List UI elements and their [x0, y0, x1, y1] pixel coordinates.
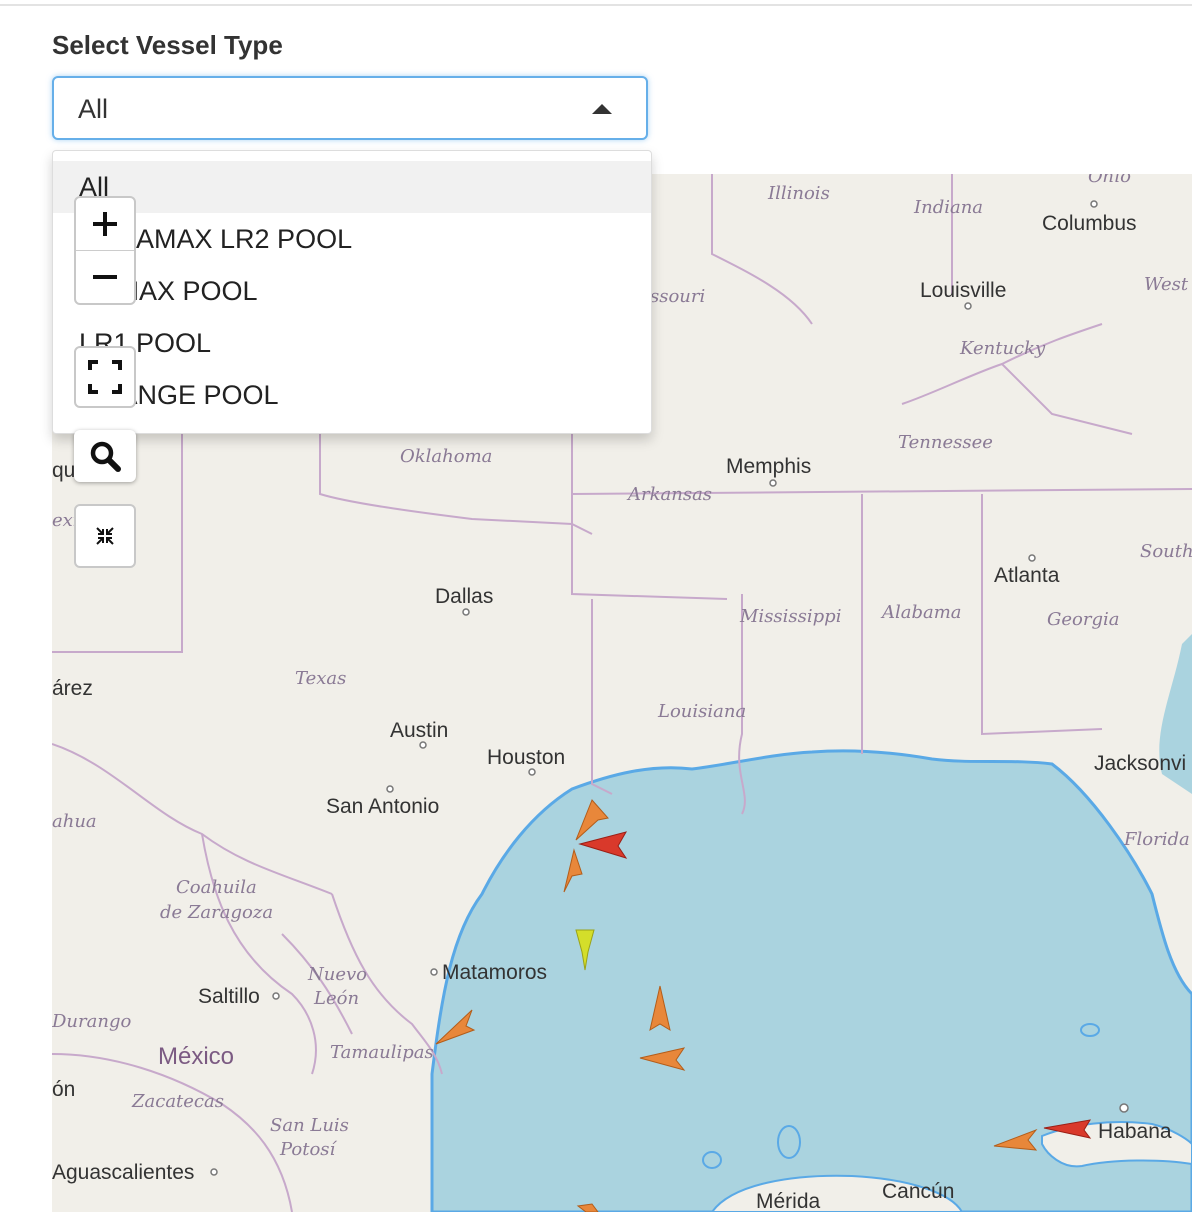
city-dot-aguascalientes	[210, 1168, 218, 1176]
region-west: West	[1144, 274, 1189, 295]
zoom-in-button[interactable]	[76, 198, 134, 250]
city-jacksonville: Jacksonvi	[1094, 752, 1186, 775]
collapse-button[interactable]	[74, 504, 136, 568]
select-value: All	[78, 94, 109, 124]
region-georgia: Georgia	[1047, 609, 1119, 630]
region-zacatecas: Zacatecas	[131, 1091, 224, 1112]
fullscreen-icon	[88, 360, 122, 394]
city-memphis: Memphis	[726, 455, 811, 478]
region-chihuahua-partial: ahua	[52, 811, 97, 832]
city-houston: Houston	[487, 746, 565, 769]
region-potosi: Potosí	[279, 1139, 338, 1160]
zoom-out-icon	[93, 275, 117, 279]
option-dynamax-lr2-pool[interactable]: DYNAMAX LR2 POOL	[53, 213, 651, 265]
search-button[interactable]	[74, 430, 136, 482]
chevron-up-icon	[592, 104, 612, 114]
region-ohio: Ohio	[1088, 174, 1131, 187]
city-dot-atlanta	[1028, 554, 1036, 562]
city-dot-louisville	[964, 302, 972, 310]
region-louisiana: Louisiana	[657, 701, 746, 722]
region-florida: Florida	[1123, 829, 1190, 850]
region-de-zaragoza: de Zaragoza	[160, 902, 273, 923]
vessel-type-label: Select Vessel Type	[52, 30, 283, 60]
vessel-type-dropdown: All DYNAMAX LR2 POOL DYMAX POOL LR1 POOL…	[52, 150, 652, 434]
city-partial-on: ón	[52, 1078, 75, 1101]
country-mexico: México	[158, 1043, 234, 1070]
city-austin: Austin	[390, 719, 448, 742]
option-dymax-pool[interactable]: DYMAX POOL	[53, 265, 651, 317]
city-dot-habana	[1119, 1103, 1129, 1113]
region-alabama: Alabama	[880, 602, 962, 623]
city-aguascalientes: Aguascalientes	[52, 1161, 194, 1184]
city-partial-qu: qu	[52, 459, 75, 482]
region-leon: León	[313, 988, 359, 1009]
option-orange-pool[interactable]: ORANGE POOL	[53, 369, 651, 421]
city-atlanta: Atlanta	[994, 564, 1060, 587]
city-dot-saltillo	[272, 992, 280, 1000]
city-matamoros: Matamoros	[442, 961, 547, 984]
region-indiana: Indiana	[913, 197, 983, 218]
city-habana: Habana	[1098, 1120, 1172, 1143]
city-san-antonio: San Antonio	[326, 795, 439, 818]
city-merida: Mérida	[756, 1190, 821, 1212]
city-dot-memphis	[769, 479, 777, 487]
city-juarez-partial: árez	[52, 677, 93, 700]
city-saltillo: Saltillo	[198, 985, 260, 1008]
city-dot-dallas	[462, 608, 470, 616]
region-south: South	[1140, 541, 1192, 562]
fullscreen-button[interactable]	[74, 346, 136, 408]
search-icon	[90, 441, 121, 472]
city-dot-columbus	[1090, 200, 1098, 208]
collapse-icon	[96, 527, 114, 545]
zoom-control	[74, 196, 136, 305]
region-mississippi: Mississippi	[739, 606, 841, 627]
region-tennessee: Tennessee	[898, 432, 993, 453]
city-dot-houston	[528, 768, 536, 776]
zoom-out-button[interactable]	[76, 250, 134, 303]
region-coahuila: Coahuila	[176, 877, 257, 898]
city-dot-austin	[419, 741, 427, 749]
city-dot-san-antonio	[386, 785, 394, 793]
option-lr1-pool[interactable]: LR1 POOL	[53, 317, 651, 369]
option-all[interactable]: All	[53, 161, 651, 213]
city-cancun: Cancún	[882, 1180, 954, 1203]
region-oklahoma: Oklahoma	[400, 446, 492, 467]
region-nuevo: Nuevo	[307, 964, 367, 985]
region-kentucky: Kentucky	[959, 338, 1046, 359]
city-louisville: Louisville	[920, 279, 1006, 302]
region-illinois: Illinois	[767, 183, 830, 204]
vessel-type-select[interactable]: All	[52, 76, 648, 140]
city-dallas: Dallas	[435, 585, 493, 608]
city-columbus: Columbus	[1042, 212, 1137, 235]
region-durango: Durango	[52, 1011, 131, 1032]
region-tamaulipas: Tamaulipas	[330, 1042, 434, 1063]
zoom-in-icon	[93, 212, 117, 236]
city-dot-matamoros	[430, 968, 438, 976]
region-arkansas: Arkansas	[626, 484, 712, 505]
top-divider	[0, 4, 1192, 6]
region-san-luis: San Luis	[270, 1115, 349, 1136]
region-texas: Texas	[295, 668, 346, 689]
region-missouri: ssouri	[650, 286, 705, 307]
